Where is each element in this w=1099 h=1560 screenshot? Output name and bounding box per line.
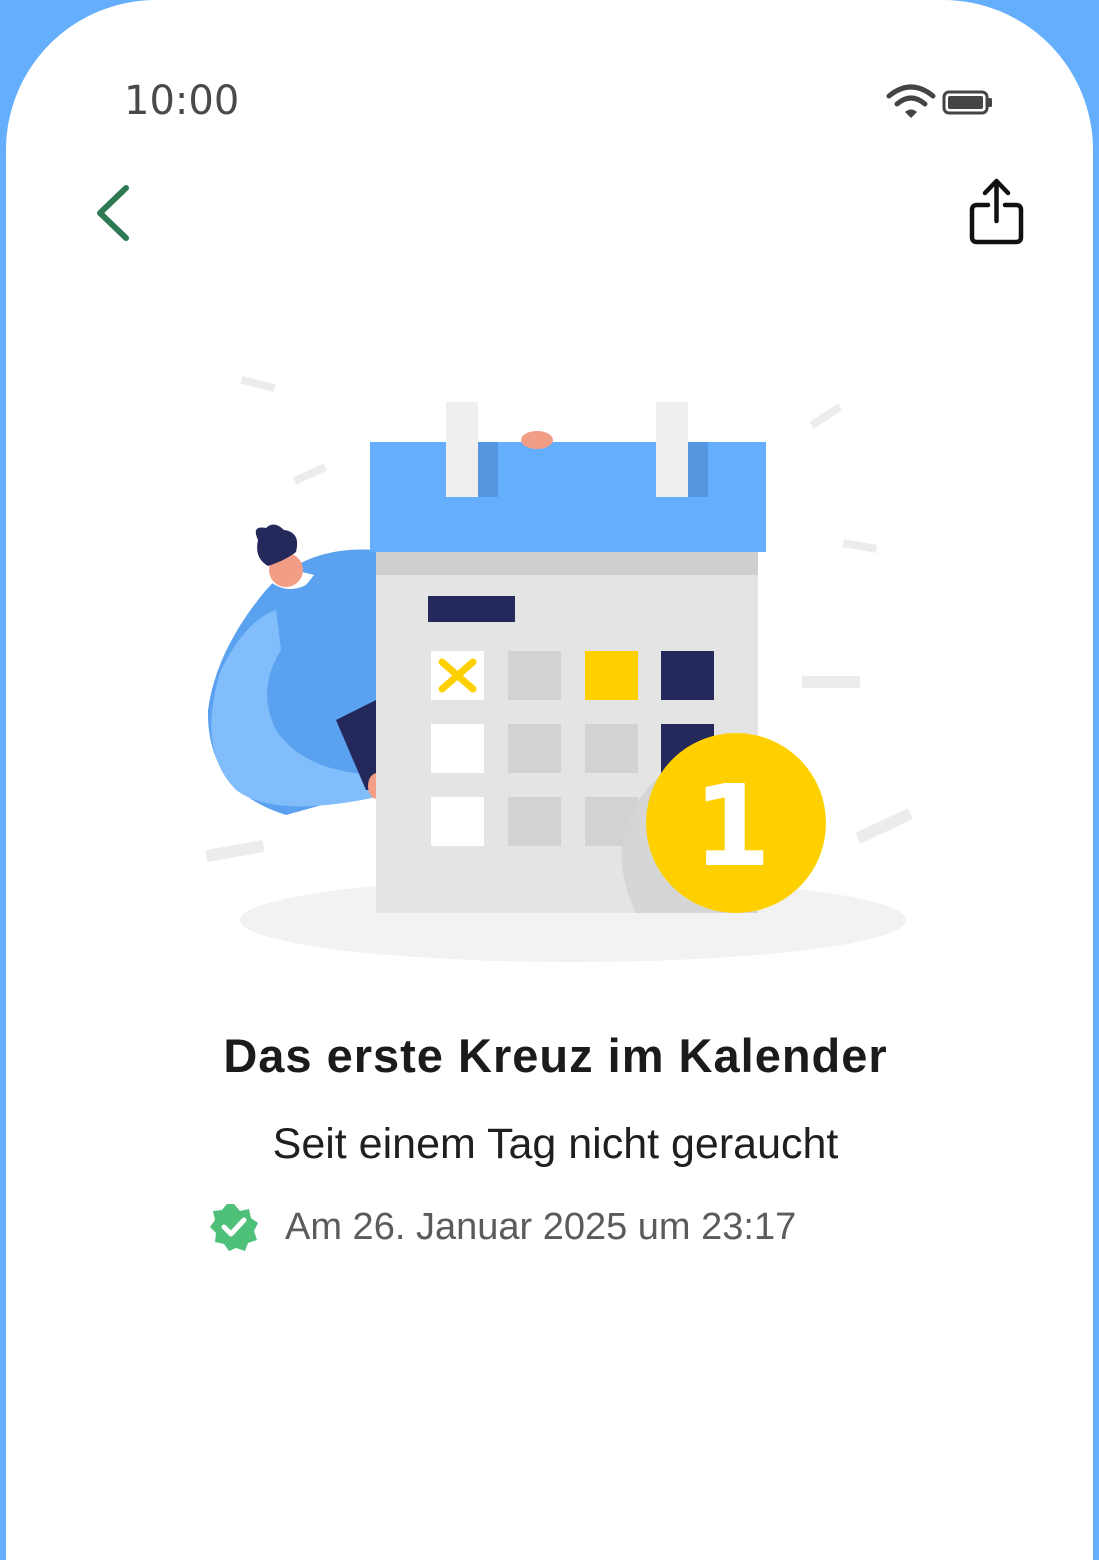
- achievement-subtitle: Seit einem Tag nicht geraucht: [272, 1120, 839, 1168]
- back-button[interactable]: [86, 180, 146, 246]
- calendar-month-bar: [428, 596, 515, 622]
- status-icons: [886, 84, 992, 118]
- share-icon: [969, 178, 1024, 245]
- status-time: 10:00: [124, 78, 240, 124]
- achievement-date-row: Am 26. Januar 2025 um 23:17: [209, 1200, 796, 1254]
- achievement-title: Das erste Kreuz im Kalender: [223, 1029, 888, 1082]
- achievement-date: Am 26. Januar 2025 um 23:17: [285, 1205, 797, 1248]
- app-screen: 10:00 1 Das erste Kreuz im Kalender Seit…: [6, 0, 1093, 1560]
- person-finger: [521, 431, 553, 449]
- coin-number: 1: [693, 762, 771, 892]
- share-button[interactable]: [964, 175, 1034, 250]
- calendar-ring-left: [446, 402, 478, 497]
- calendar-illustration: 1: [205, 376, 913, 962]
- battery-icon: [942, 90, 992, 115]
- wifi-icon: [886, 84, 936, 118]
- calendar-ring-right: [656, 402, 688, 497]
- chevron-left-icon: [97, 185, 129, 241]
- verified-badge-icon: [210, 1204, 258, 1251]
